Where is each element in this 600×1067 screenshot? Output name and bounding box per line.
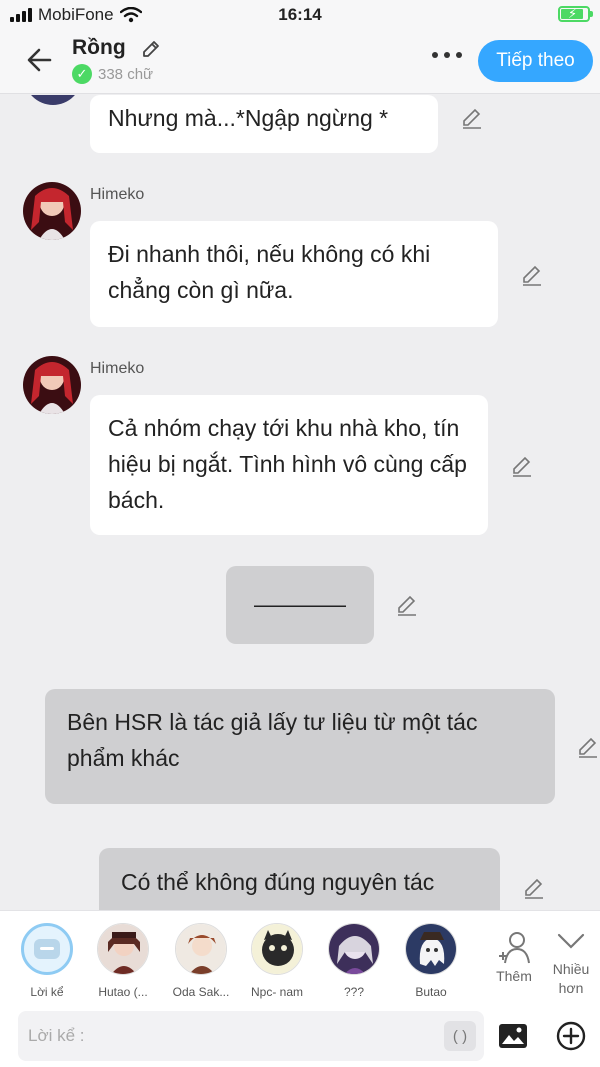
- add-label: Thêm: [496, 968, 532, 984]
- character-name: Npc- nam: [250, 985, 303, 999]
- character-name: Hutao (...: [98, 985, 148, 999]
- more-options-icon[interactable]: [432, 52, 462, 58]
- character-oda-sakunosuke[interactable]: Oda Sak...: [166, 923, 236, 999]
- character-name: Lời kể: [30, 985, 64, 999]
- character-name: Oda Sak...: [172, 985, 230, 999]
- edit-pencil-icon[interactable]: [510, 454, 534, 478]
- message-text: Nhưng mà...*Ngập ngừng *: [108, 105, 389, 131]
- message-bubble[interactable]: Đi nhanh thôi, nếu không có khi chẳng cò…: [90, 221, 498, 327]
- edit-pencil-icon[interactable]: [520, 263, 544, 287]
- avatar-himeko: [23, 182, 81, 240]
- separator-text: ————: [254, 591, 346, 617]
- message-input[interactable]: [28, 1019, 438, 1053]
- character-npc-male[interactable]: Npc- nam: [242, 923, 312, 999]
- edit-title-pencil-icon[interactable]: [140, 38, 162, 60]
- chat-area[interactable]: Nhưng mà...*Ngập ngừng * Himeko Đi nhanh…: [0, 95, 600, 910]
- back-arrow-icon[interactable]: [24, 44, 56, 76]
- next-button[interactable]: Tiếp theo: [478, 40, 593, 82]
- edit-pencil-icon[interactable]: [576, 735, 600, 759]
- avatar-himeko: [23, 356, 81, 414]
- message-text: Có thể không đúng nguyên tác: [121, 869, 435, 895]
- more-characters-button[interactable]: Nhiều hơn: [549, 927, 593, 998]
- avatar: [175, 923, 227, 975]
- message-text: Bên HSR là tác giả lấy tư liệu từ một tá…: [67, 709, 478, 771]
- chevron-down-icon: [557, 933, 585, 949]
- status-bar: MobiFone 16:14 ⚡: [0, 0, 600, 30]
- header: Rồng ✓ 338 chữ Tiếp theo: [0, 30, 600, 94]
- message-text: Cả nhóm chạy tới khu nhà kho, tín hiệu b…: [108, 415, 467, 513]
- speaker-name: Himeko: [90, 360, 145, 377]
- message-bubble[interactable]: Nhưng mà...*Ngập ngừng *: [90, 95, 438, 153]
- narrator-icon: [21, 923, 73, 975]
- battery-icon: ⚡: [558, 6, 593, 22]
- narration-bubble[interactable]: Có thể không đúng nguyên tác: [99, 848, 500, 910]
- charging-bolt-icon: ⚡: [568, 6, 578, 21]
- add-character-button[interactable]: Thêm: [492, 929, 536, 984]
- character-butao[interactable]: Butao: [396, 923, 466, 999]
- edit-pencil-icon[interactable]: [395, 593, 419, 617]
- edit-pencil-icon[interactable]: [460, 106, 484, 130]
- speaker-name: Himeko: [90, 186, 145, 203]
- avatar: [97, 923, 149, 975]
- image-icon[interactable]: [498, 1023, 528, 1049]
- action-parentheses-button[interactable]: ( ): [444, 1021, 476, 1051]
- clock: 16:14: [278, 5, 322, 24]
- edit-pencil-icon[interactable]: [522, 876, 546, 900]
- word-count: ✓ 338 chữ: [72, 64, 153, 84]
- character-unknown[interactable]: ???: [319, 923, 389, 999]
- message-input-box: ( ): [18, 1011, 484, 1061]
- character-name: Butao: [415, 985, 447, 999]
- message-text: Đi nhanh thôi, nếu không có khi chẳng cò…: [108, 241, 431, 303]
- narration-bubble[interactable]: Bên HSR là tác giả lấy tư liệu từ một tá…: [45, 689, 555, 804]
- message-bubble[interactable]: Cả nhóm chạy tới khu nhà kho, tín hiệu b…: [90, 395, 488, 535]
- separator-bubble[interactable]: ————: [226, 566, 374, 644]
- character-hutao[interactable]: Hutao (...: [88, 923, 158, 999]
- check-icon: ✓: [72, 64, 92, 84]
- more-label: Nhiều hơn: [552, 961, 590, 996]
- add-circle-icon[interactable]: [556, 1021, 586, 1051]
- character-name: ???: [343, 985, 365, 999]
- avatar: [328, 923, 380, 975]
- story-title: Rồng: [72, 36, 126, 59]
- character-narrator[interactable]: Lời kể: [12, 923, 82, 999]
- avatar: [24, 95, 82, 105]
- avatar: [405, 923, 457, 975]
- add-person-icon: [499, 932, 530, 964]
- word-count-label: 338 chữ: [98, 65, 154, 83]
- avatar: [251, 923, 303, 975]
- composer-panel: Lời kể Hutao (... Oda Sak... Npc- nam ??…: [0, 910, 600, 1067]
